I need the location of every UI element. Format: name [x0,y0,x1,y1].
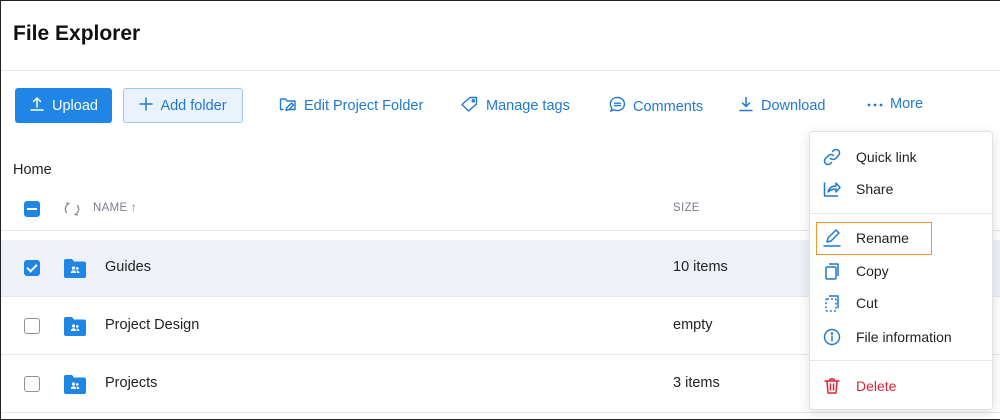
trash-icon [822,376,842,396]
comments-button[interactable]: Comments [609,96,703,117]
pencil-icon [822,228,842,248]
ellipsis-icon [867,96,883,112]
row-checkbox[interactable] [24,318,40,334]
menu-item-file-information[interactable]: File information [810,323,992,351]
title-divider [1,70,1000,71]
comments-label: Comments [633,98,704,115]
cut-icon [822,293,842,313]
file-size: 10 items [673,259,728,275]
row-checkbox[interactable] [24,376,40,392]
menu-label: Share [856,181,894,197]
add-folder-button[interactable]: Add folder [123,88,243,123]
file-size: empty [673,317,713,333]
file-name[interactable]: Projects [105,375,157,391]
select-all-checkbox[interactable] [24,201,40,217]
upload-icon [29,96,45,116]
more-label: More [890,96,924,112]
shared-folder-icon [63,373,87,400]
file-size: 3 items [673,375,720,391]
edit-project-folder-label: Edit Project Folder [304,98,424,114]
copy-icon [822,261,842,281]
manage-tags-button[interactable]: Manage tags [461,96,570,116]
menu-label: Cut [856,295,878,311]
menu-label: Delete [856,378,897,394]
sync-icon[interactable] [63,200,81,223]
menu-label: Copy [856,263,889,279]
download-button[interactable]: Download [738,96,826,116]
menu-item-delete[interactable]: Delete [810,372,992,400]
menu-item-share[interactable]: Share [810,175,992,203]
plus-icon [139,96,154,115]
more-dropdown-menu: Quick link Share Rename Copy Cut File in… [809,131,993,410]
comment-icon [609,96,626,117]
menu-divider [810,360,992,361]
menu-item-copy[interactable]: Copy [810,257,992,285]
manage-tags-label: Manage tags [486,98,570,114]
file-name[interactable]: Project Design [105,317,199,333]
column-header-size[interactable]: SIZE [673,202,700,214]
menu-item-rename[interactable]: Rename [810,224,992,252]
menu-item-cut[interactable]: Cut [810,289,992,317]
shared-folder-icon [63,257,87,284]
file-name[interactable]: Guides [105,259,151,275]
download-label: Download [761,98,826,114]
more-button[interactable]: More [867,96,923,112]
menu-item-quick-link[interactable]: Quick link [810,143,992,171]
upload-button[interactable]: Upload [15,88,112,123]
menu-divider [810,213,992,214]
link-icon [822,147,842,167]
menu-label: File information [856,329,952,345]
row-checkbox[interactable] [24,260,40,276]
menu-label: Quick link [856,149,917,165]
menu-label: Rename [856,230,909,246]
tag-icon [461,96,479,116]
breadcrumb-home[interactable]: Home [13,162,52,178]
add-folder-label: Add folder [160,97,227,114]
edit-project-folder-button[interactable]: Edit Project Folder [279,96,423,116]
share-icon [822,179,842,199]
info-icon [822,327,842,347]
shared-folder-icon [63,315,87,342]
upload-label: Upload [52,97,98,114]
column-header-name[interactable]: NAME ↑ [93,202,137,214]
folder-edit-icon [279,96,297,116]
download-icon [738,96,754,116]
page-title: File Explorer [13,22,141,45]
